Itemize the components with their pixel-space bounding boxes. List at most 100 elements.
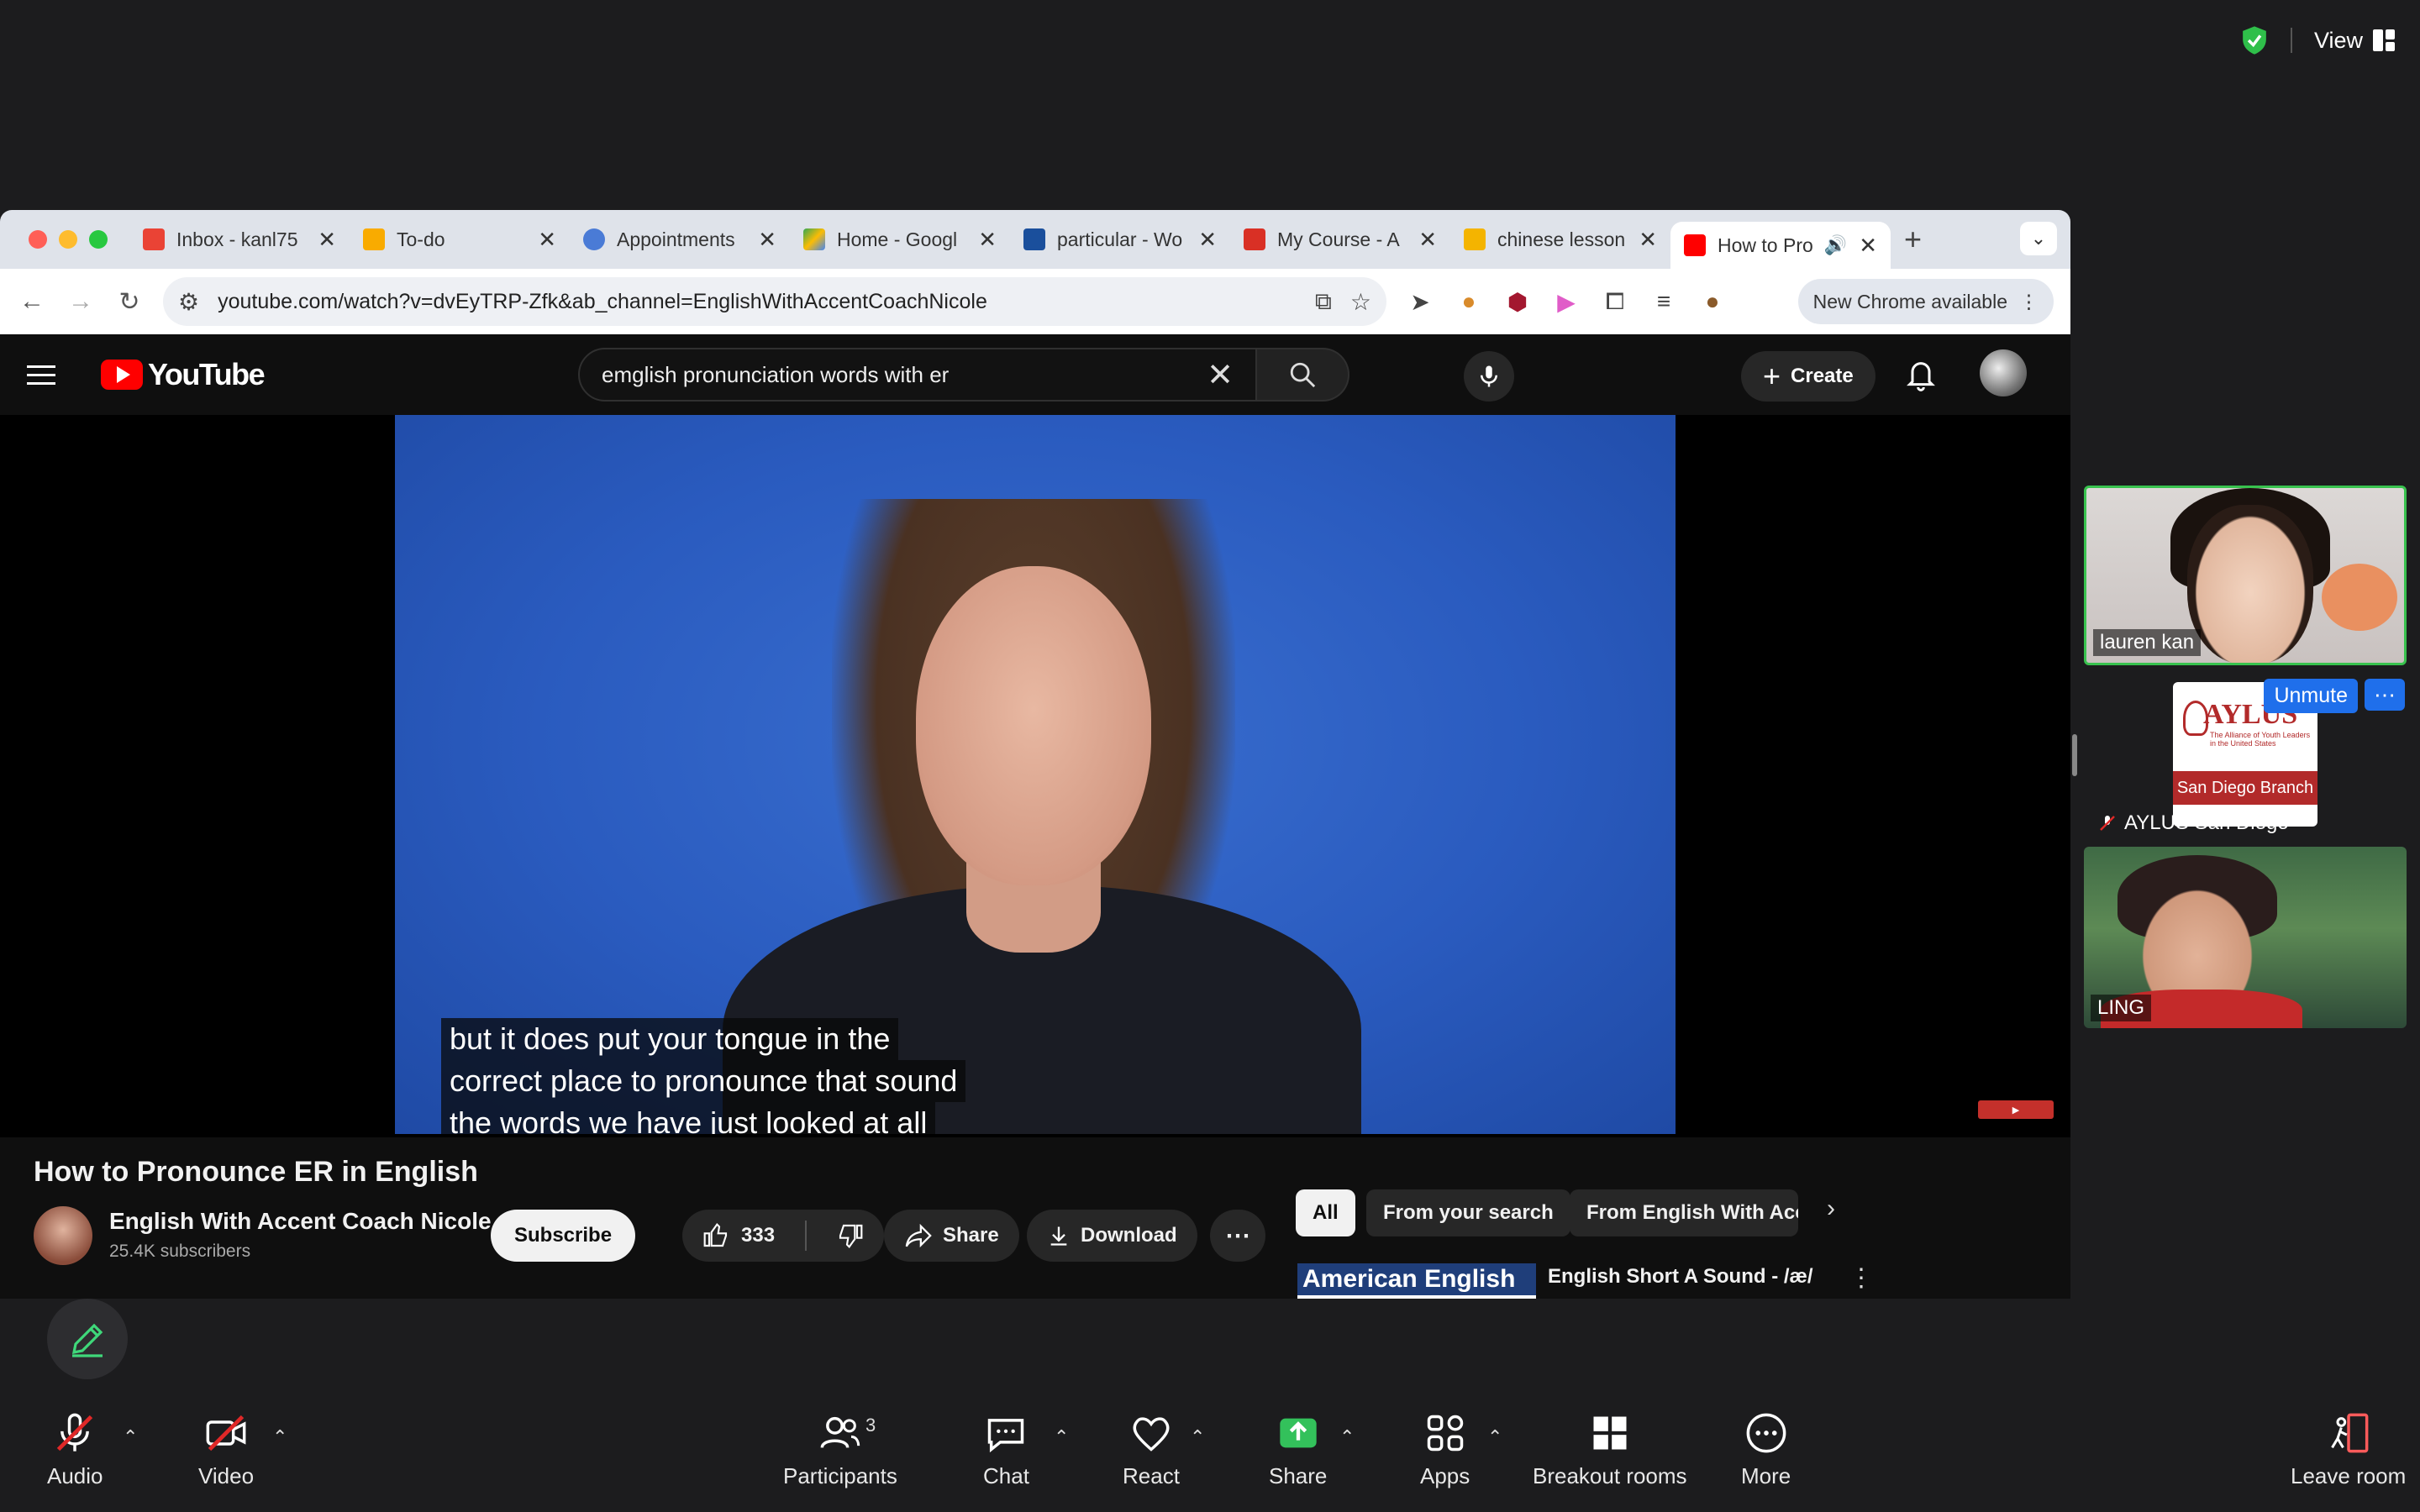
puzzle-extensions-icon[interactable]: ⧠ [1600,288,1630,316]
close-tab-icon[interactable]: ✕ [758,227,776,253]
apps-options-caret[interactable]: ⌃ [1487,1426,1502,1448]
zoom-top-bar: View [2168,17,2420,64]
chip-from-your-search[interactable]: From your search [1366,1189,1570,1236]
install-icon[interactable]: ⧉ [1315,288,1332,316]
reload-icon[interactable]: ↻ [114,287,145,317]
apps-button[interactable]: Apps [1420,1411,1470,1489]
notifications-bell-icon[interactable] [1904,358,1938,391]
back-icon[interactable]: ← [17,287,47,316]
aylus-branch-label: San Diego Branch [2173,771,2317,805]
cursor-extension-icon[interactable]: ➤ [1405,288,1435,316]
close-tab-icon[interactable]: ✕ [538,227,556,253]
chat-options-caret[interactable]: ⌃ [1054,1426,1069,1448]
caption-line: but it does put your tongue in the [441,1018,899,1060]
video-player[interactable]: but it does put your tongue in the corre… [0,415,2070,1137]
create-button[interactable]: + Create [1741,351,1876,402]
share-screen-button[interactable]: Share [1269,1411,1327,1489]
tab-wordreference[interactable]: particular - Wo ✕ [1010,216,1230,263]
audio-button[interactable]: Audio [47,1411,103,1489]
recommended-thumbnail[interactable]: American English [1297,1263,1536,1299]
breakout-rooms-button[interactable]: Breakout rooms [1533,1411,1687,1489]
react-button[interactable]: React [1123,1411,1180,1489]
subscribe-watermark-icon[interactable]: ▶ [1978,1100,2054,1119]
tab-inbox[interactable]: Inbox - kanl75 ✕ [129,216,350,263]
participant-name: AYLUS San Diego [2124,811,2289,834]
annotate-pencil-button[interactable] [47,1299,128,1379]
hamburger-menu-icon[interactable] [27,365,55,385]
tab-todo[interactable]: To-do ✕ [350,216,570,263]
speaker-icon[interactable]: 🔊 [1824,234,1847,256]
youtube-logo[interactable]: YouTube [101,357,266,392]
participant-tile-lauren[interactable]: lauren kan [2084,486,2407,665]
react-options-caret[interactable]: ⌃ [1190,1426,1205,1448]
search-button[interactable] [1257,348,1349,402]
youtube-header: YouTube emglish pronunciation words with… [0,334,2070,415]
close-tab-icon[interactable]: ✕ [978,227,997,253]
account-avatar[interactable] [1980,349,2027,396]
video-button[interactable]: Video [198,1411,254,1489]
chip-from-channel[interactable]: From English With Acce [1570,1189,1798,1236]
security-shield-icon[interactable] [2240,25,2269,55]
video-options-caret[interactable]: ⌃ [272,1426,287,1448]
tab-search-dropdown[interactable]: ⌄ [2020,222,2057,255]
chip-all[interactable]: All [1296,1189,1355,1236]
share-button[interactable]: Share [884,1210,1019,1262]
muted-microphone-icon [57,1413,93,1452]
tile-more-button[interactable]: ⋯ [2365,679,2405,711]
share-label: Share [1269,1463,1328,1488]
voice-search-button[interactable] [1464,351,1514,402]
close-tab-icon[interactable]: ✕ [1639,227,1657,253]
participants-button[interactable]: Participants [783,1411,897,1489]
unmute-button[interactable]: Unmute [2264,679,2358,713]
participant-count-badge: 3 [865,1415,876,1436]
more-horizontal-icon: ⋯ [2374,681,2396,707]
dislike-button[interactable] [817,1210,884,1262]
clear-search-icon[interactable]: ✕ [1207,356,1234,394]
view-button[interactable]: View [2314,28,2395,54]
video-frame[interactable]: but it does put your tongue in the corre… [395,415,1676,1134]
channel-name[interactable]: English With Accent Coach Nicole [109,1208,492,1235]
tab-youtube-active[interactable]: How to Pro 🔊 ✕ [1670,222,1891,269]
search-input[interactable]: emglish pronunciation words with er ✕ [578,348,1257,402]
close-tab-icon[interactable]: ✕ [318,227,336,253]
recommended-title[interactable]: English Short A Sound - /æ/ [1548,1265,1813,1289]
download-button[interactable]: Download [1027,1210,1197,1262]
tab-appointments[interactable]: Appointments ✕ [570,216,790,263]
channel-avatar[interactable] [34,1206,92,1265]
apps-icon [1427,1415,1463,1452]
tab-chinese-lesson[interactable]: chinese lesson ✕ [1450,216,1670,263]
subscribe-button[interactable]: Subscribe [491,1210,636,1262]
tab-my-course[interactable]: My Course - A ✕ [1230,216,1450,263]
close-tab-icon[interactable]: ✕ [1859,233,1877,259]
reading-list-icon[interactable]: ≡ [1649,288,1679,315]
omnibox[interactable]: ⚙ youtube.com/watch?v=dvEyTRP-Zfk&ab_cha… [163,277,1386,326]
close-tab-icon[interactable]: ✕ [1418,227,1437,253]
maximize-window-button[interactable] [89,230,108,249]
minimize-window-button[interactable] [59,230,77,249]
panel-resize-handle[interactable] [2072,734,2077,776]
url-text[interactable]: youtube.com/watch?v=dvEyTRP-Zfk&ab_chann… [218,290,1297,314]
chevron-right-icon[interactable]: › [1827,1194,1835,1223]
participant-tile-ling[interactable]: LING [2084,847,2407,1028]
participant-tile-aylus[interactable]: AYLUS The Alliance of Youth Leaders in t… [2084,679,2407,843]
profile-avatar[interactable]: ● [1697,288,1728,315]
chat-button[interactable]: Chat [983,1411,1029,1489]
kebab-menu-icon[interactable]: ⋮ [1849,1263,1874,1293]
leave-room-button[interactable]: Leave room [2291,1411,2406,1489]
site-settings-icon[interactable]: ⚙ [178,288,199,316]
like-button[interactable]: 333 [682,1210,795,1262]
ublock-icon[interactable]: ⬢ [1502,288,1533,316]
share-options-caret[interactable]: ⌃ [1339,1426,1355,1448]
more-actions-button[interactable]: ⋯ [1210,1210,1265,1262]
forward-icon[interactable]: → [66,287,96,316]
extension-icon[interactable]: ● [1454,288,1484,315]
close-tab-icon[interactable]: ✕ [1198,227,1217,253]
more-button[interactable]: More [1741,1411,1791,1489]
new-chrome-available-button[interactable]: New Chrome available ⋮ [1797,279,2054,324]
audio-options-caret[interactable]: ⌃ [123,1426,138,1448]
new-tab-button[interactable]: + [1891,222,1935,257]
tab-google-drive[interactable]: Home - Googl ✕ [790,216,1010,263]
bookmark-star-icon[interactable]: ☆ [1350,288,1371,316]
close-window-button[interactable] [29,230,47,249]
arrow-extension-icon[interactable]: ▶ [1551,288,1581,316]
